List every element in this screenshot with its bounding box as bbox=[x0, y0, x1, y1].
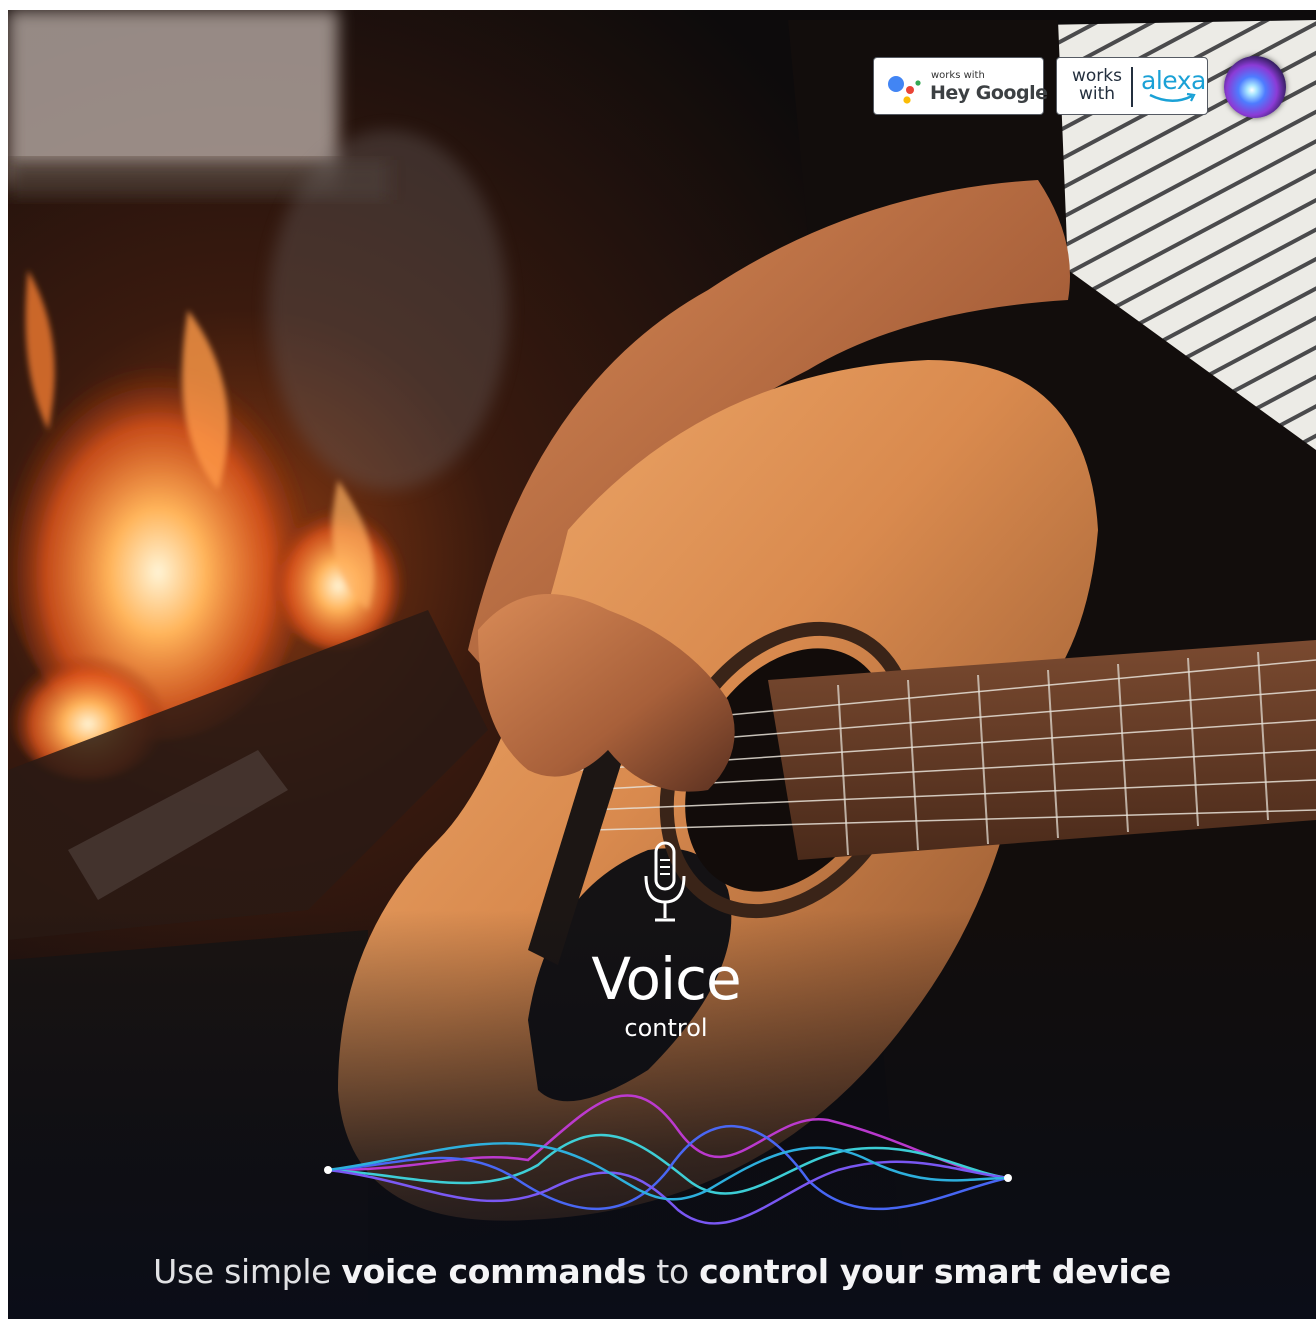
product-banner: works with Hey Google works with alexa V… bbox=[8, 10, 1316, 1319]
alexa-wordmark: alexa bbox=[1141, 66, 1206, 95]
works-with-hey-google-badge: works with Hey Google bbox=[873, 57, 1048, 115]
alexa-works-with-text: works with bbox=[1072, 66, 1122, 104]
google-badge-main-text: Hey Google bbox=[930, 82, 1048, 104]
siri-orb-icon bbox=[1224, 56, 1286, 118]
google-assistant-icon bbox=[888, 76, 921, 104]
alexa-badge-divider bbox=[1131, 67, 1133, 107]
alexa-smile-icon bbox=[1149, 92, 1196, 102]
tagline-part-2: voice commands bbox=[341, 1252, 647, 1291]
tagline-part-3: to bbox=[646, 1252, 700, 1291]
control-subtitle: control bbox=[624, 1014, 708, 1042]
tagline-part-4: control your smart device bbox=[699, 1252, 1171, 1291]
voice-title: Voice bbox=[591, 945, 741, 1013]
sound-wave-icon bbox=[324, 1094, 1012, 1225]
tagline: Use simple voice commands to control you… bbox=[8, 1250, 1316, 1294]
google-badge-small-text: works with bbox=[931, 70, 985, 81]
tagline-part-1: Use simple bbox=[153, 1252, 342, 1291]
microphone-icon bbox=[644, 841, 686, 922]
works-with-alexa-badge: works with alexa bbox=[1056, 57, 1208, 115]
